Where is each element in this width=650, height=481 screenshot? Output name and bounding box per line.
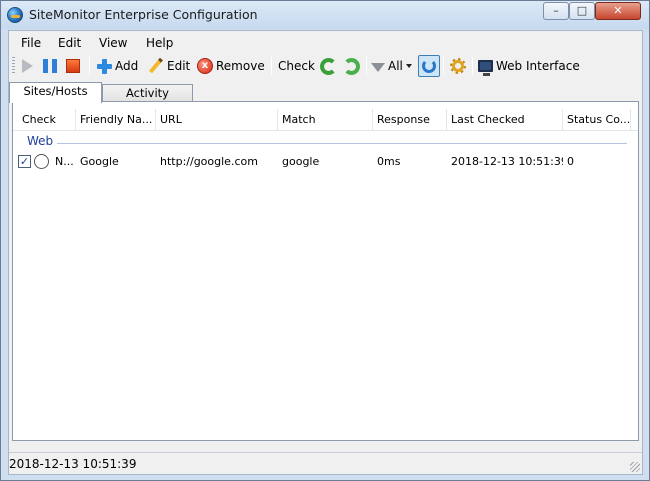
status-text: 2018-12-13 10:51:39 — [9, 457, 137, 471]
toolbar-separator — [472, 57, 473, 75]
column-header-friendly-name[interactable]: Friendly Na... — [76, 109, 156, 131]
row-match: google — [282, 155, 320, 168]
auto-refresh-frame — [418, 55, 440, 77]
sites-grid: Check Friendly Na... URL Match Response … — [12, 101, 639, 441]
refresh-all-button[interactable] — [343, 56, 360, 76]
group-divider — [57, 143, 627, 144]
gear-icon — [450, 58, 466, 74]
toolbar-separator — [366, 57, 367, 75]
column-header-last-checked[interactable]: Last Checked — [447, 109, 563, 131]
minimize-button[interactable]: – — [543, 2, 569, 20]
column-header-check[interactable]: Check — [18, 109, 76, 131]
maximize-button[interactable]: □ — [569, 2, 595, 20]
refresh-button[interactable] — [320, 56, 337, 76]
grid-header: Check Friendly Na... URL Match Response … — [13, 109, 638, 131]
stop-icon — [66, 59, 80, 73]
toolbar-separator — [443, 57, 444, 75]
pause-icon — [43, 59, 57, 73]
row-response: 0ms — [377, 155, 401, 168]
toolbar: Add Edit x Remove Check All Web Interfac… — [9, 53, 642, 79]
tab-sites-hosts[interactable]: Sites/Hosts — [9, 82, 102, 103]
check-button[interactable]: Check — [278, 56, 315, 76]
row-checkbox[interactable]: ✓ — [18, 155, 31, 168]
tab-activity[interactable]: Activity — [102, 84, 193, 102]
menu-file[interactable]: File — [21, 36, 41, 50]
column-header-url[interactable]: URL — [156, 109, 278, 131]
start-button[interactable] — [22, 56, 33, 76]
remove-icon: x — [197, 58, 213, 74]
edit-label: Edit — [167, 59, 191, 73]
menu-bar: File Edit View Help — [9, 33, 642, 53]
refresh-icon — [320, 57, 337, 75]
auto-refresh-toggle[interactable] — [418, 54, 440, 78]
auto-refresh-icon — [422, 59, 436, 73]
remove-button[interactable]: x Remove — [197, 56, 265, 76]
column-header-status-code[interactable]: Status Co... — [563, 109, 631, 131]
add-button[interactable]: Add — [97, 56, 138, 76]
client-area: File Edit View Help Add Edit x Remove Ch… — [8, 30, 643, 475]
chevron-down-icon — [405, 64, 412, 68]
toolbar-grip[interactable] — [12, 57, 15, 75]
column-header-match[interactable]: Match — [278, 109, 373, 131]
tab-strip: Sites/Hosts Activity — [9, 82, 642, 103]
row-status-code: 0 — [567, 155, 574, 168]
refresh-all-icon — [343, 57, 360, 75]
resize-grip[interactable] — [630, 462, 640, 472]
settings-button[interactable] — [450, 56, 466, 76]
filter-icon — [371, 62, 385, 72]
edit-button[interactable]: Edit — [148, 56, 190, 76]
add-icon — [97, 58, 112, 74]
edit-icon — [148, 58, 164, 74]
check-label: Check — [278, 59, 315, 73]
toolbar-separator — [89, 57, 90, 75]
app-icon — [7, 7, 23, 23]
status-indicator-icon — [34, 154, 49, 169]
group-header-web[interactable]: Web — [27, 134, 53, 148]
row-friendly-name: Google — [80, 155, 119, 168]
filter-dropdown[interactable]: All — [371, 56, 412, 76]
web-interface-button[interactable]: Web Interface — [478, 56, 580, 76]
menu-edit[interactable]: Edit — [58, 36, 81, 50]
add-label: Add — [115, 59, 139, 73]
window-title: SiteMonitor Enterprise Configuration — [29, 7, 258, 22]
toolbar-separator — [271, 57, 272, 75]
stop-button[interactable] — [66, 56, 80, 76]
pause-button[interactable] — [43, 56, 57, 76]
row-url: http://google.com — [160, 155, 258, 168]
web-interface-label: Web Interface — [496, 59, 580, 73]
row-check-cell: N... — [55, 155, 74, 168]
app-window: SiteMonitor Enterprise Configuration – □… — [0, 0, 650, 481]
table-row[interactable]: ✓ N... Google http://google.com google 0… — [13, 152, 638, 172]
title-bar[interactable]: SiteMonitor Enterprise Configuration – □… — [1, 1, 649, 29]
close-button[interactable]: ✕ — [595, 2, 641, 20]
menu-view[interactable]: View — [99, 36, 127, 50]
filter-label: All — [388, 59, 403, 73]
column-header-response[interactable]: Response — [373, 109, 447, 131]
play-icon — [22, 59, 33, 73]
row-last-checked: 2018-12-13 10:51:39 — [451, 155, 563, 168]
monitor-icon — [478, 60, 493, 76]
menu-help[interactable]: Help — [146, 36, 173, 50]
status-bar: 2018-12-13 10:51:39 — [9, 452, 642, 474]
remove-label: Remove — [216, 59, 265, 73]
